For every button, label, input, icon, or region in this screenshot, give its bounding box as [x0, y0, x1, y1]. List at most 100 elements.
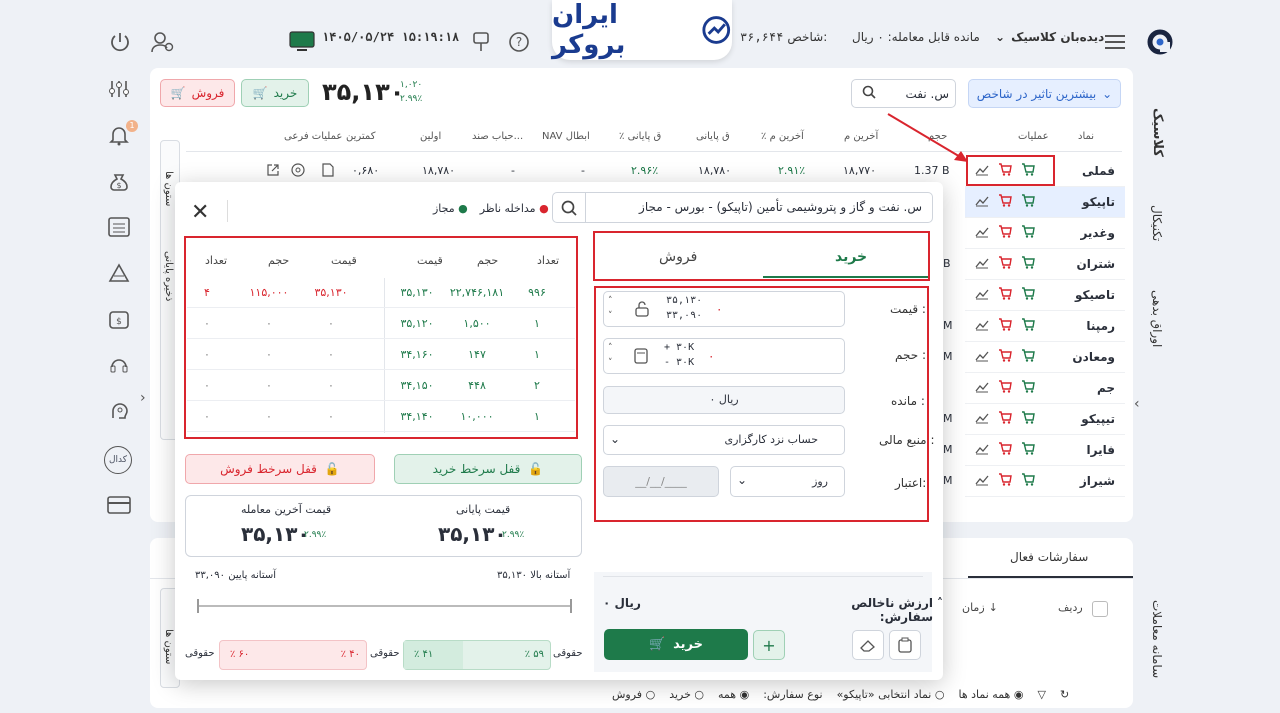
quick-sell-button[interactable]: 🛒 فروش [160, 79, 235, 107]
ob-sell-cell[interactable]: ۰ [239, 348, 299, 361]
chart-icon[interactable] [975, 257, 989, 272]
radio-type-buy[interactable]: ○ خرید [669, 688, 704, 701]
ob-sell-cell[interactable]: ۱۱۵,۰۰۰ [239, 286, 299, 299]
nav-bonds[interactable]: اوراق بدهی [1150, 290, 1164, 347]
money-bag-icon[interactable]: $ [106, 168, 132, 194]
buy-cart-icon[interactable] [1021, 473, 1035, 489]
credit-select[interactable]: ⌄ روز [730, 466, 845, 497]
brain-icon[interactable] [106, 398, 132, 424]
chart-icon[interactable] [975, 350, 989, 365]
ob-buy-cell[interactable]: ۱ [507, 317, 567, 330]
symbol-name[interactable]: ومعادن [1072, 350, 1115, 364]
buy-cart-icon[interactable] [1021, 318, 1035, 334]
wallet-icon[interactable]: $ [106, 306, 132, 332]
radio-all-symbols[interactable]: ◉ همه نماد ها [958, 688, 1023, 701]
symbol-name[interactable]: رمپنا [1086, 319, 1115, 333]
ob-sell-cell[interactable]: ۰ [301, 410, 361, 423]
filter-dropdown[interactable]: بیشترین تاثیر در شاخص ⌄ [968, 79, 1121, 108]
ob-sell-cell[interactable]: ۰ [177, 317, 237, 330]
ob-buy-cell[interactable]: ۱,۵۰۰ [447, 317, 507, 330]
tab-buy[interactable]: خرید [835, 249, 867, 265]
symbol-name[interactable]: فایرا [1087, 443, 1115, 457]
list-icon[interactable] [106, 214, 132, 240]
buy-cart-icon[interactable] [1021, 194, 1035, 210]
sell-cart-icon[interactable] [998, 287, 1012, 303]
close-icon[interactable]: ✕ [191, 200, 209, 225]
ob-buy-cell[interactable]: ۳۴,۱۴۰ [387, 410, 447, 423]
radio-selected-symbol[interactable]: ○ نماد انتخابی «تاپیکو» [837, 688, 945, 701]
collapse-arrow-icon[interactable]: ‹ [1134, 396, 1140, 412]
chart-icon[interactable] [975, 226, 989, 241]
chart-icon[interactable] [975, 288, 989, 303]
symbol-row[interactable]: ومعادن [965, 342, 1125, 373]
sell-cart-icon[interactable] [998, 380, 1012, 396]
add-order-button[interactable]: + [753, 630, 785, 660]
ob-buy-cell[interactable]: ۹۹۶ [507, 286, 567, 299]
plugin-icon[interactable] [470, 31, 492, 53]
buy-cart-icon[interactable] [1021, 411, 1035, 427]
volume-field[interactable]: ˄ ˅ + ۳۰K - ۳۰K ۰ [603, 338, 845, 374]
ob-buy-cell[interactable]: ۱ [507, 410, 567, 423]
symbol-row[interactable]: شتران [965, 249, 1125, 280]
ob-buy-cell[interactable]: ۱ [507, 348, 567, 361]
select-all-checkbox[interactable] [1092, 601, 1108, 617]
triangle-chart-icon[interactable] [106, 260, 132, 286]
sell-cart-icon[interactable] [998, 194, 1012, 210]
nav-classic[interactable]: کلاسیک [1150, 108, 1165, 157]
symbol-name[interactable]: وغدیر [1080, 226, 1115, 240]
symbol-name[interactable]: تاپیکو [1082, 195, 1115, 209]
sell-cart-icon[interactable] [998, 349, 1012, 365]
nav-order-system[interactable]: سامانه معاملات [1150, 600, 1164, 678]
symbol-row[interactable]: تاصیکو [965, 280, 1125, 311]
nav-technical[interactable]: تکنیکال [1150, 205, 1164, 241]
help-icon[interactable]: ? [508, 31, 530, 53]
buy-cart-icon[interactable] [1021, 380, 1035, 396]
target-icon[interactable] [291, 163, 305, 180]
buy-cart-icon[interactable] [1021, 349, 1035, 365]
buy-cart-icon[interactable] [1021, 287, 1035, 303]
ob-sell-cell[interactable]: ۰ [239, 379, 299, 392]
credit-date-input[interactable]: __/__/____ [603, 466, 719, 497]
ob-buy-cell[interactable]: ۲۲,۷۴۶,۱۸۱ [447, 286, 507, 299]
gross-value-label[interactable]: ˄ ارزش ناخالص سفارش: [795, 596, 943, 624]
tab-active-orders[interactable]: سفارشات فعال [1010, 550, 1088, 564]
sell-cart-icon[interactable] [998, 442, 1012, 458]
clipboard-button[interactable] [889, 630, 921, 660]
symbol-row[interactable]: شیراز [965, 466, 1125, 497]
symbol-row[interactable]: تاپیکو [965, 187, 1125, 218]
column-time[interactable]: زمان ↓ [962, 601, 998, 614]
tab-sell[interactable]: فروش [659, 249, 697, 265]
buy-cart-icon[interactable] [1021, 442, 1035, 458]
radio-type-sell[interactable]: ○ فروش [612, 688, 655, 701]
symbol-row[interactable]: رمپنا [965, 311, 1125, 342]
symbol-name[interactable]: جم [1097, 381, 1115, 395]
expand-arrow-icon[interactable]: › [140, 390, 146, 406]
ob-sell-cell[interactable]: ۰ [301, 348, 361, 361]
chart-icon[interactable] [975, 319, 989, 334]
sell-cart-icon[interactable] [998, 256, 1012, 272]
symbol-name[interactable]: شیراز [1080, 474, 1115, 488]
ob-buy-cell[interactable]: ۳۴,۱۵۰ [387, 379, 447, 392]
ob-sell-cell[interactable]: ۰ [239, 410, 299, 423]
symbol-name[interactable]: فملی [1082, 164, 1115, 178]
card-icon[interactable] [106, 492, 132, 518]
user-settings-icon[interactable] [150, 30, 176, 54]
unlock-icon[interactable] [634, 301, 650, 320]
submit-buy-button[interactable]: 🛒 خرید [604, 629, 748, 660]
radio-type-all[interactable]: ◉ همه [718, 688, 749, 701]
lock-sell-button[interactable]: قفل سرخط فروش 🔓 [185, 454, 375, 484]
ob-buy-cell[interactable]: ۱۰,۰۰۰ [447, 410, 507, 423]
symbol-search[interactable]: س. نفت [851, 79, 956, 108]
ob-sell-cell[interactable]: ۰ [301, 317, 361, 330]
ob-sell-cell[interactable]: ۰ [177, 410, 237, 423]
symbol-row[interactable]: وغدیر [965, 218, 1125, 249]
symbol-name[interactable]: تاصیکو [1075, 288, 1115, 302]
equalizer-icon[interactable] [106, 76, 132, 102]
quick-buy-button[interactable]: 🛒 خرید [241, 79, 309, 107]
ob-buy-cell[interactable]: ۳۵,۱۳۰ [387, 286, 447, 299]
sell-cart-icon[interactable] [998, 225, 1012, 241]
sell-cart-icon[interactable] [998, 473, 1012, 489]
ob-sell-cell[interactable]: ۰ [239, 317, 299, 330]
chart-icon[interactable] [975, 195, 989, 210]
ob-buy-cell[interactable]: ۳۴,۱۶۰ [387, 348, 447, 361]
